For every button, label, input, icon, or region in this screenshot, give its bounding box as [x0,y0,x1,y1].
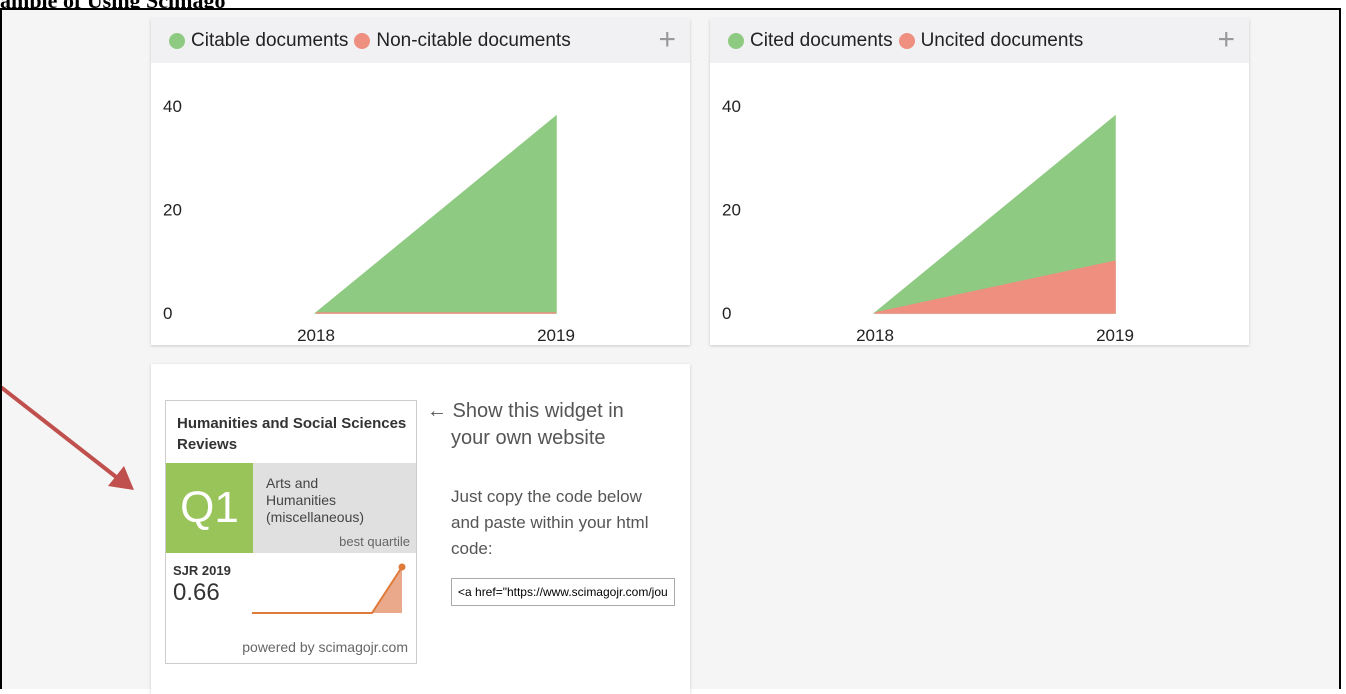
red-dot-icon [898,33,915,49]
x-tick-label: 2019 [537,326,575,345]
y-tick-label: 20 [722,201,741,220]
y-tick-label: 40 [163,97,182,116]
subject-category: Arts and Humanities (miscellaneous) best… [253,463,416,553]
widget-instructions-title: ← Show this widget in your own website [427,398,687,452]
area-chart-cited: 0 20 40 2018 2019 [722,97,1134,345]
widget-instructions-body: Just copy the code below and paste withi… [451,484,691,562]
legend-item-citable[interactable]: Citable documents [169,30,348,52]
chart-legend: Citable documents Non-citable documents … [151,19,690,63]
area-series-0 [313,114,557,314]
sparkline-point [398,563,406,571]
green-dot-icon [728,33,744,49]
instruction-line: Just copy the code below [451,487,642,506]
legend-label: Non-citable documents [376,30,571,51]
area-chart-citable: 0 20 40 2018 2019 [163,97,575,345]
legend-label: Citable documents [191,30,349,51]
expand-plus-icon[interactable]: + [1217,23,1235,57]
green-dot-icon [169,33,185,49]
chart-card-citable: Citable documents Non-citable documents … [151,19,690,345]
category-line: Arts and [266,475,319,491]
y-tick-label: 0 [722,304,731,323]
best-quartile-label: best quartile [339,534,410,549]
legend-item-cited[interactable]: Cited documents [728,30,893,52]
powered-by-link[interactable]: powered by scimagojr.com [242,639,408,655]
annotation-arrow-icon [2,386,134,490]
chart-card-cited: Cited documents Uncited documents + 0 20 4… [710,19,1249,345]
y-tick-label: 40 [722,97,741,116]
chart-legend: Cited documents Uncited documents + [710,19,1249,63]
legend-label: Cited documents [750,30,893,51]
legend-item-uncited[interactable]: Uncited documents [898,30,1084,52]
sjr-trend-sparkline [252,563,406,614]
x-tick-label: 2018 [856,326,894,345]
quartile-row: Q1 Arts and Humanities (miscellaneous) b… [166,463,416,553]
instruction-line: code: [451,539,493,558]
widget-card: Humanities and Social Sciences Reviews Q… [151,364,690,694]
screenshot-frame: Citable documents Non-citable documents … [0,8,1341,694]
instruction-line: ← Show this widget in [427,400,624,422]
x-tick-label: 2019 [1096,326,1134,345]
category-line: (miscellaneous) [266,509,365,525]
embed-code-field[interactable] [451,578,675,606]
x-tick-label: 2018 [297,326,335,345]
expand-plus-icon[interactable]: + [658,23,676,57]
sjr-value: 0.66 [173,579,220,606]
quartile-badge: Q1 [166,463,253,553]
category-line: Humanities [266,492,337,508]
red-dot-icon [354,33,371,49]
instruction-line: and paste within your html [451,513,649,532]
y-tick-label: 0 [163,304,172,323]
journal-title: Humanities and Social Sciences Reviews [177,415,407,453]
legend-item-non-citable[interactable]: Non-citable documents [354,30,571,52]
sjr-label: SJR 2019 [173,563,231,578]
instruction-line: your own website [451,427,606,449]
legend-label: Uncited documents [920,30,1084,51]
y-tick-label: 20 [163,201,182,220]
scimago-widget[interactable]: Humanities and Social Sciences Reviews Q… [165,400,417,664]
page-heading: ample of Using Scimago [0,0,400,8]
